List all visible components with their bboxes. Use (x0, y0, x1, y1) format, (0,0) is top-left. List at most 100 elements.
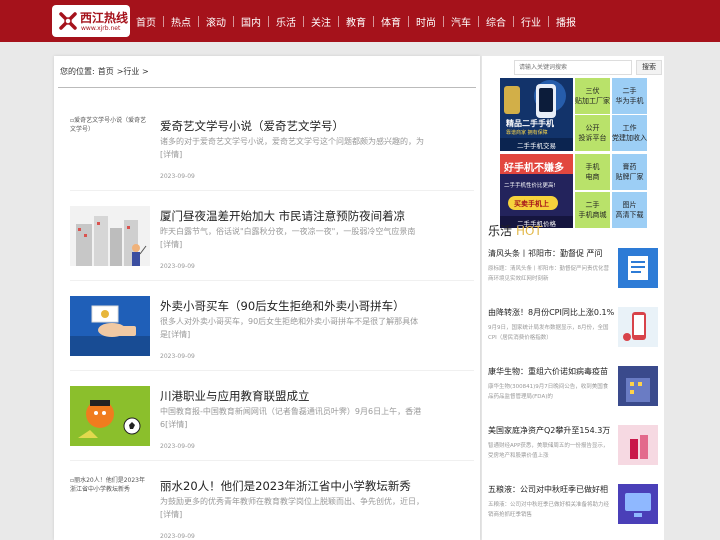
money-thumbnail-icon (70, 296, 150, 360)
ad-link-tile[interactable]: 二手 手机商城 (575, 192, 610, 228)
article-date: 2023-09-09 (160, 173, 195, 180)
ad-link-tile[interactable]: 图片 高清下载 (612, 192, 647, 228)
hot-news-summary: 9月9日，国家统计局发布数据显示，8月份，全国CPI（居民消费价格指数） (488, 325, 609, 341)
breadcrumb-divider (58, 87, 476, 88)
football-thumbnail-icon (70, 386, 150, 450)
article-date: 2023-09-09 (160, 443, 195, 450)
nav-separator (303, 15, 304, 27)
search-button[interactable]: 搜索 (636, 60, 662, 75)
article-title[interactable]: 爱奇艺文学号小说（爱奇艺文学号） (160, 118, 460, 134)
nav-item[interactable]: 体育 (376, 0, 406, 42)
thumbnail-alt-text: 爱奇艺文学号小说（爱奇艺文学号） (70, 117, 147, 133)
hot-news-title[interactable]: 美国家庭净资产Q2攀升至154.3万 (488, 425, 616, 436)
nav-item-label[interactable]: 首页 (131, 14, 161, 29)
nav-item-label[interactable]: 综合 (481, 14, 511, 29)
hot-news-item[interactable]: 五粮液：公司对中秋旺季已做好相 五粮液：公司对中秋旺季已做好相关准备将助力经销商抢… (488, 484, 660, 540)
nav-item-label[interactable]: 体育 (376, 14, 406, 29)
search-input[interactable] (514, 60, 632, 75)
article-divider (70, 370, 474, 371)
ad-link-tile[interactable]: 工作 党建加收入 (612, 115, 647, 151)
nav-item-label[interactable]: 行业 (516, 14, 546, 29)
nav-item-label[interactable]: 热点 (166, 14, 196, 29)
article-title[interactable]: 丽水20人！他们是2023年浙江省中小学教坛新秀 (160, 478, 460, 494)
article-item[interactable]: 外卖小哥买车（90后女生拒绝和外卖小哥拼车） 很多人对外卖小哥买车，90后女生拒绝… (70, 296, 466, 386)
nav-item[interactable]: 热点 (166, 0, 196, 42)
nav-item[interactable]: 乐活 (271, 0, 301, 42)
breadcrumb-label: 您的位置: (60, 67, 95, 76)
nav-item-label[interactable]: 播报 (551, 14, 581, 29)
main-nav: 首页 热点 滚动 国内 乐活 关注 教育 体育 时尚 汽车 综合 行业 播报 (131, 0, 581, 42)
nav-item-label[interactable]: 教育 (341, 14, 371, 29)
hot-news-item[interactable]: 美国家庭净资产Q2攀升至154.3万 智通财经APP获悉，美联储周五的一份报告显示… (488, 425, 660, 483)
logo-name: 西江热线 (80, 11, 129, 25)
article-more-link[interactable]: [详情] (168, 330, 190, 339)
nav-separator (338, 15, 339, 27)
ad-link-tile[interactable]: 公开 投诉平台 (575, 115, 610, 151)
hot-tag: HOT (516, 224, 542, 238)
nav-item-label[interactable]: 国内 (236, 14, 266, 29)
article-thumbnail-broken[interactable]: ▫爱奇艺文学号小说（爱奇艺文学号） (70, 116, 150, 134)
ad-top-big-text: 精品二手手机 (506, 119, 554, 128)
hot-news-item[interactable]: 由降转涨！8月份CPI同比上涨0.1% 9月9日，国家统计局发布数据显示，8月份，… (488, 307, 660, 365)
article-title[interactable]: 厦门昼夜温差开始加大 市民请注意预防夜间着凉 (160, 208, 460, 224)
nav-item[interactable]: 时尚 (411, 0, 441, 42)
article-thumbnail[interactable] (70, 296, 150, 356)
ad-link-tile[interactable]: 二手 华为手机 (612, 78, 647, 114)
article-thumbnail[interactable] (70, 206, 150, 266)
hot-news-thumbnail[interactable] (618, 484, 658, 524)
hot-news-thumbnail[interactable] (618, 366, 658, 406)
article-thumbnail-broken[interactable]: ▫丽水20人！他们是2023年浙江省中小学教坛新秀 (70, 476, 150, 494)
nav-separator (268, 15, 269, 27)
ad-link-tile[interactable]: 手机 电商 (575, 154, 610, 190)
hot-news-title[interactable]: 清风头条丨祁阳市：勤督促 严问 (488, 248, 616, 259)
article-more-link[interactable]: [详情] (165, 420, 187, 429)
nav-item-label[interactable]: 关注 (306, 14, 336, 29)
ad-link-tile[interactable]: 膏药 贴牌厂家 (612, 154, 647, 190)
nav-item-label[interactable]: 滚动 (201, 14, 231, 29)
nav-item[interactable]: 国内 (236, 0, 266, 42)
nav-item-label[interactable]: 乐活 (271, 14, 301, 29)
breadcrumb-current[interactable]: >行业 > (117, 67, 149, 76)
article-divider (70, 460, 474, 461)
article-more-link[interactable]: [详情] (160, 150, 182, 159)
nav-item[interactable]: 汽车 (446, 0, 476, 42)
hot-news-thumbnail[interactable] (618, 307, 658, 347)
ad-link-tile[interactable]: 三伏 贴加工厂家 (575, 78, 610, 114)
hot-news-thumbnail[interactable] (618, 248, 658, 288)
hot-news-item[interactable]: 清风头条丨祁阳市：勤督促 严问 原标题：清风头条丨祁阳市：勤督促严问责优化营商环境… (488, 248, 660, 306)
nav-item[interactable]: 播报 (551, 0, 581, 42)
nav-item[interactable]: 滚动 (201, 0, 231, 42)
article-item[interactable]: ▫爱奇艺文学号小说（爱奇艺文学号） 爱奇艺文学号小说（爱奇艺文学号） 诸多的对于爱奇… (70, 116, 466, 206)
article-title[interactable]: 川港职业与应用教育联盟成立 (160, 388, 460, 404)
site-logo[interactable]: 西江热线 www.xjrb.net (52, 5, 130, 37)
nav-item-label[interactable]: 汽车 (446, 14, 476, 29)
article-date: 2023-09-09 (160, 533, 195, 540)
hot-news-thumbnail[interactable] (618, 425, 658, 465)
nav-separator (408, 15, 409, 27)
hot-news-title[interactable]: 康华生物：重组六价诺如病毒疫苗 (488, 366, 616, 377)
article-summary: 昨天白露节气，俗话说"白露秋分夜，一夜凉一夜"，一股弱冷空气应景南 [详情] (160, 225, 426, 251)
article-title[interactable]: 外卖小哥买车（90后女生拒绝和外卖小哥拼车） (160, 298, 460, 314)
ad-image-phone-price[interactable]: 好手机不嫌多 二手手机性价比更高! 买卖手机上 二手手机价格 (500, 154, 573, 228)
article-item[interactable]: 川港职业与应用教育联盟成立 中国教育报-中国教育新闻网讯（记者鲁磊通讯员叶霁）9月… (70, 386, 466, 476)
hot-news-title[interactable]: 五粮液：公司对中秋旺季已做好相 (488, 484, 616, 495)
sidebar: 搜索 精品二手手机 靠谱商家 拥有保障 二手手机交易 好 (482, 56, 664, 540)
article-more-link[interactable]: [详情] (160, 510, 182, 519)
article-thumbnail[interactable] (70, 386, 150, 446)
hot-news-item[interactable]: 康华生物：重组六价诺如病毒疫苗 康华生物(300841)9月7日晚间公告，收到美国… (488, 366, 660, 424)
nav-item-label[interactable]: 时尚 (411, 14, 441, 29)
article-item[interactable]: ▫丽水20人！他们是2023年浙江省中小学教坛新秀 丽水20人！他们是2023年浙… (70, 476, 466, 540)
nav-item[interactable]: 教育 (341, 0, 371, 42)
breadcrumb-home-link[interactable]: 首页 (98, 67, 114, 76)
article-summary-text: 诸多的对于爱奇艺文学号小说，爱奇艺文学号这个问题都颇为感兴趣的，为 (160, 137, 424, 146)
buildings-thumbnail-icon (70, 206, 150, 270)
nav-item[interactable]: 综合 (481, 0, 511, 42)
article-more-link[interactable]: [详情] (160, 240, 182, 249)
hot-news-title[interactable]: 由降转涨！8月份CPI同比上涨0.1% (488, 307, 616, 318)
doc-thumbnail-icon (618, 248, 658, 292)
nav-item[interactable]: 首页 (131, 0, 161, 42)
nav-item[interactable]: 关注 (306, 0, 336, 42)
nav-item[interactable]: 行业 (516, 0, 546, 42)
ad-image-secondhand-phone[interactable]: 精品二手手机 靠谱商家 拥有保障 二手手机交易 (500, 78, 573, 151)
article-item[interactable]: 厦门昼夜温差开始加大 市民请注意预防夜间着凉 昨天白露节气，俗话说"白露秋分夜，一… (70, 206, 466, 296)
